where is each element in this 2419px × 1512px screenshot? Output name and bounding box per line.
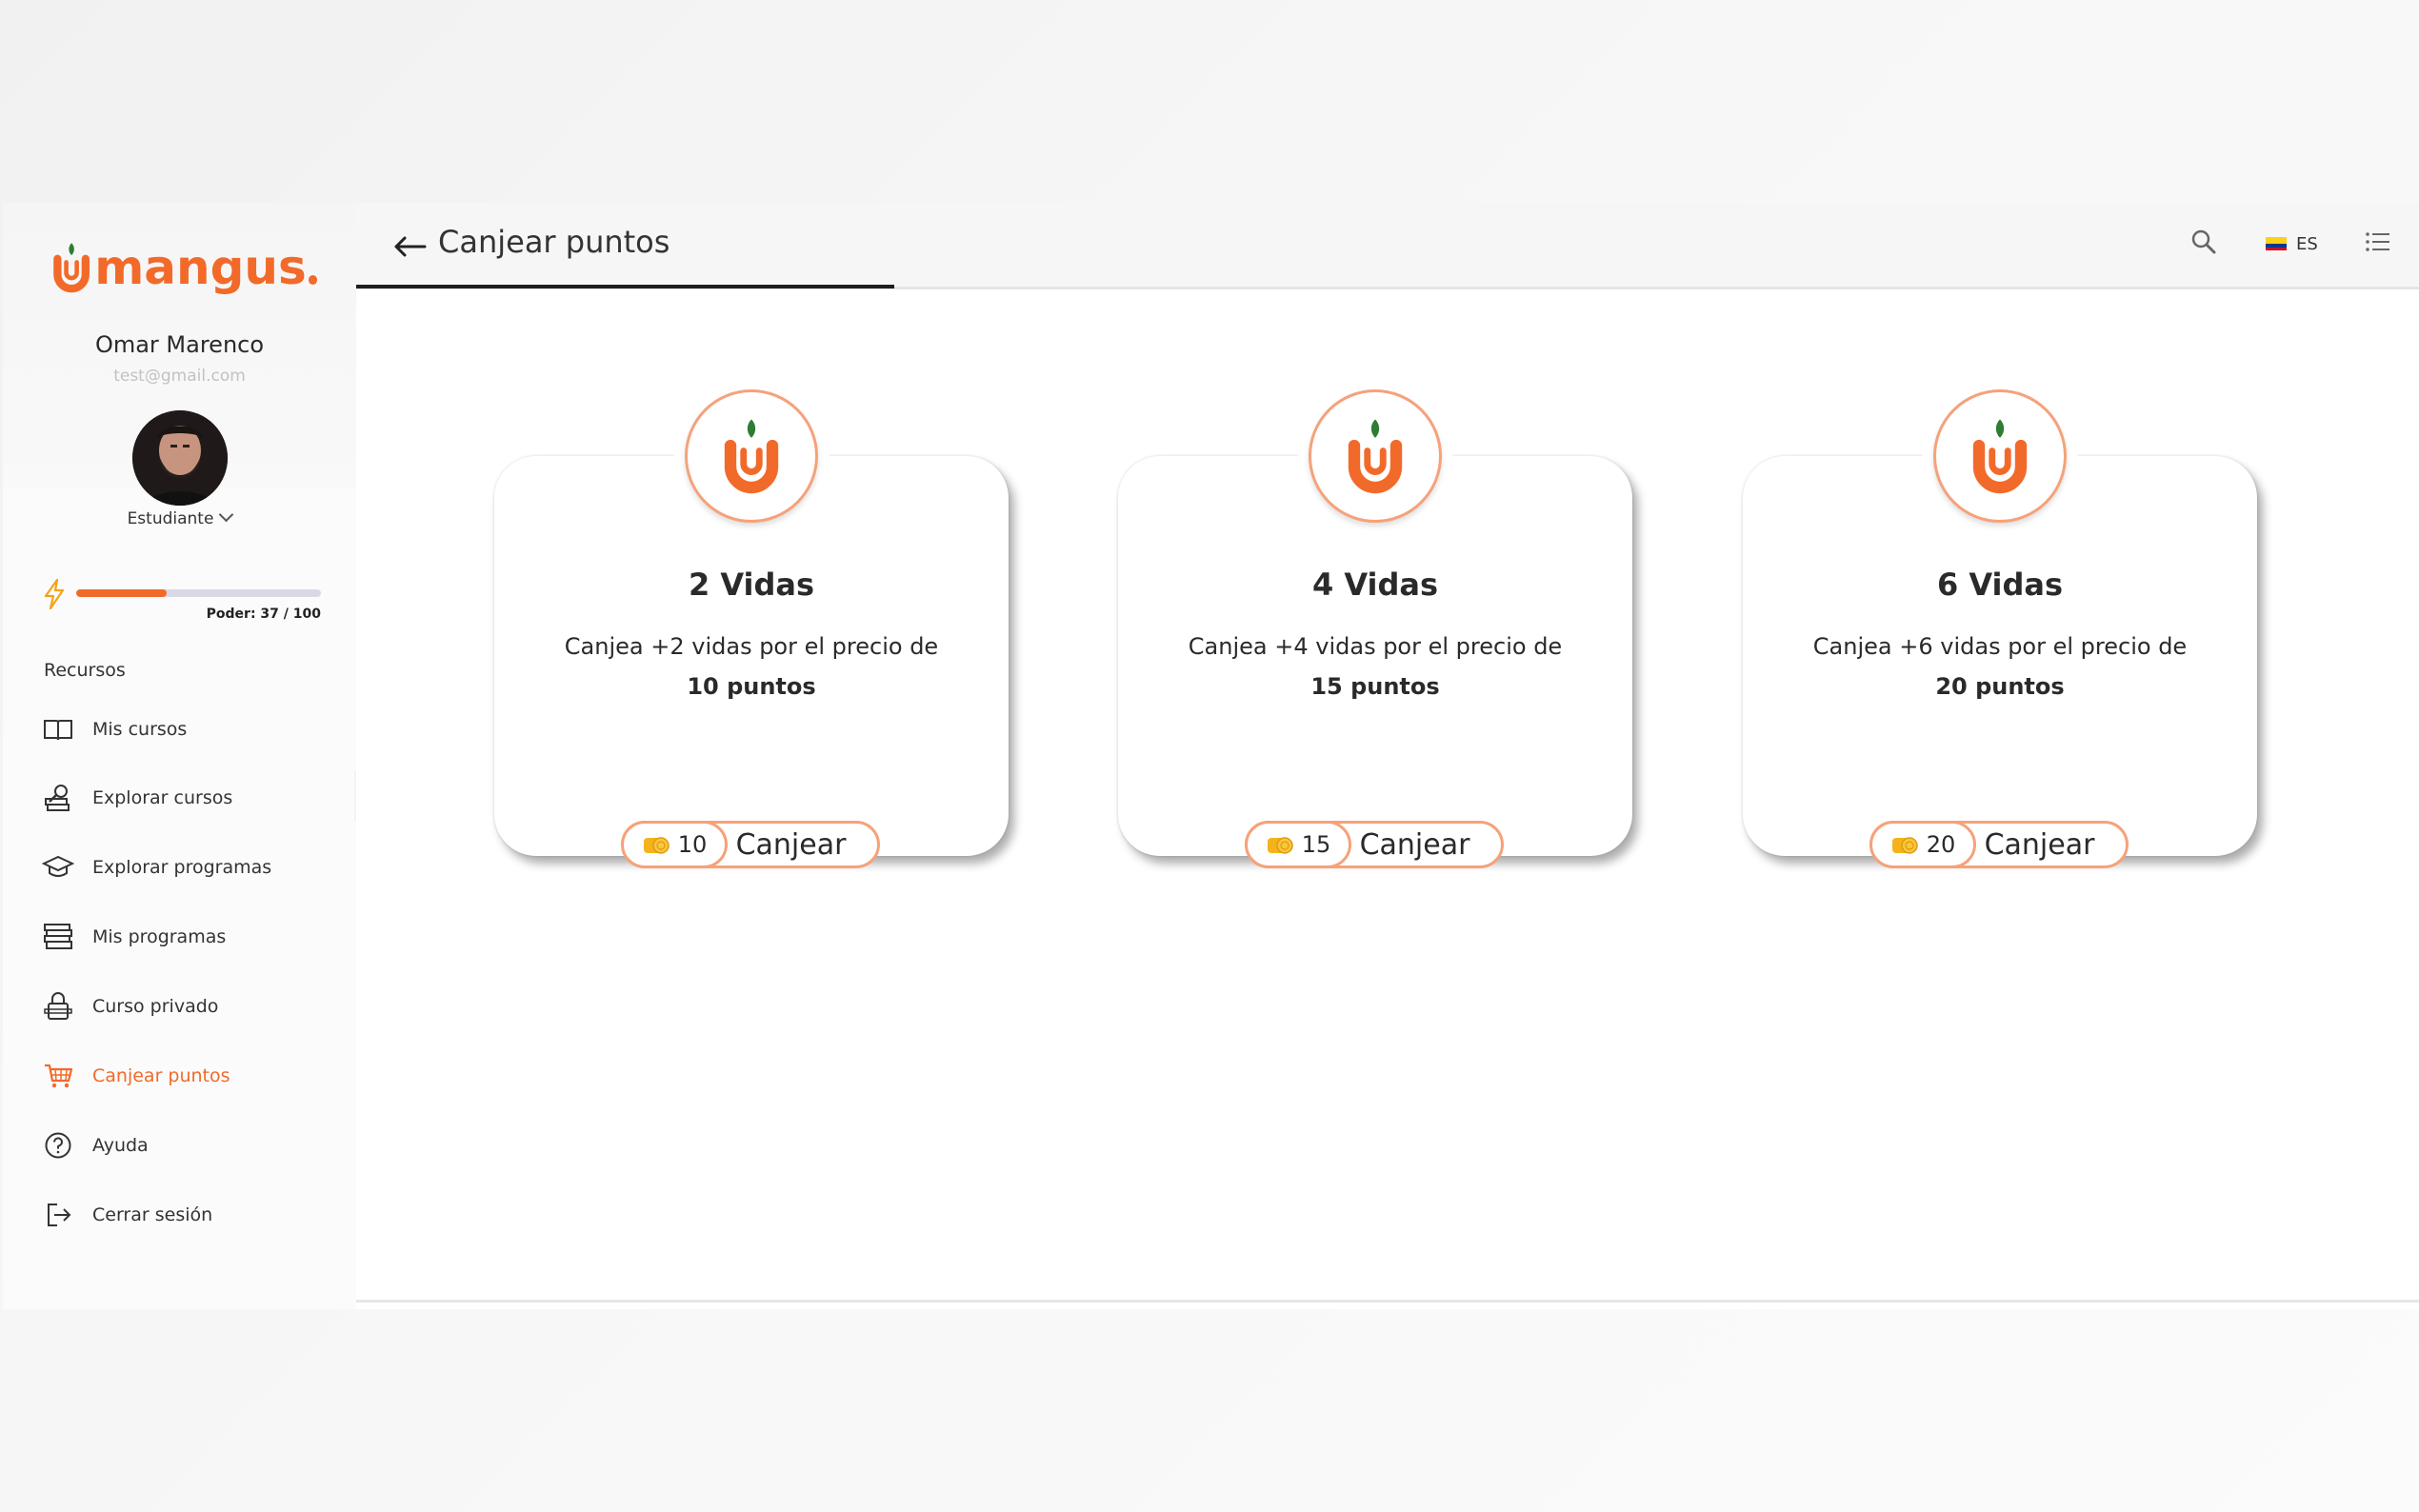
power-progress-fill: [76, 589, 168, 597]
card-description: Canjea +2 vidas por el precio de: [564, 633, 939, 660]
main-content: Canjear puntos ES 2 Vidas Canjea +2 vida…: [356, 203, 2419, 1309]
private-course-icon: [41, 989, 75, 1024]
mango-logo-icon: [724, 419, 779, 494]
language-code: ES: [2296, 233, 2318, 254]
cost-value: 10: [677, 831, 708, 858]
sidebar-item-mis-cursos[interactable]: Mis cursos: [3, 701, 356, 758]
card-points: 10 puntos: [687, 673, 816, 700]
sidebar-item-mis-programas[interactable]: Mis programas: [3, 908, 356, 965]
sidebar-item-cerrar-sesion[interactable]: Cerrar sesión: [3, 1186, 356, 1243]
sidebar-item-curso-privado[interactable]: Curso privado: [3, 978, 356, 1035]
mango-logo-icon: [1972, 419, 2028, 494]
active-tab-indicator: [356, 285, 894, 288]
reward-badge: [1309, 389, 1442, 523]
sidebar: mangus Omar Marenco test@gmail.com Estud…: [3, 203, 356, 1309]
redeem-button[interactable]: 15 Canjear: [1245, 821, 1504, 868]
role-label: Estudiante: [127, 509, 214, 528]
redeem-label: Canjear: [735, 827, 847, 862]
redeem-label: Canjear: [1984, 827, 2095, 862]
mango-logo-icon: [1348, 419, 1403, 494]
power-label: Poder: 37 / 100: [206, 607, 321, 622]
list-icon: [2366, 232, 2389, 251]
redeem-button[interactable]: 10 Canjear: [621, 821, 880, 868]
search-icon: [2191, 229, 2216, 254]
section-title-recursos: Recursos: [44, 660, 126, 681]
redeem-button[interactable]: 20 Canjear: [1869, 821, 2129, 868]
sidebar-item-explorar-programas[interactable]: Explorar programas: [3, 839, 356, 896]
top-header: Canjear puntos ES: [356, 203, 2419, 289]
cost-value: 15: [1301, 831, 1331, 858]
graduation-cap-icon: [41, 850, 75, 885]
sidebar-item-canjear-puntos[interactable]: Canjear puntos: [3, 1047, 356, 1104]
stacked-books-icon: [41, 920, 75, 954]
help-icon: [41, 1128, 75, 1163]
language-selector[interactable]: ES: [2266, 231, 2318, 256]
arrow-left-icon: [394, 236, 427, 257]
card-title: 6 Vidas: [1936, 567, 2064, 603]
card-title: 4 Vidas: [1311, 567, 1439, 603]
book-icon: [41, 712, 75, 746]
sidebar-item-explorar-cursos[interactable]: Explorar cursos: [3, 769, 356, 826]
logout-icon: [41, 1198, 75, 1232]
mango-logo-icon: [53, 242, 90, 292]
reward-badge: [1933, 389, 2067, 523]
cost-value: 20: [1926, 831, 1956, 858]
cost-pill: 20: [1869, 821, 1976, 868]
back-button[interactable]: [392, 228, 430, 266]
sidebar-item-ayuda[interactable]: Ayuda: [3, 1117, 356, 1174]
list-menu-button[interactable]: [2364, 228, 2392, 256]
cart-icon: [41, 1059, 75, 1093]
cost-pill: 10: [621, 821, 728, 868]
coins-icon: [1891, 837, 1918, 854]
chevron-down-icon: [219, 507, 234, 523]
avatar-image: [132, 410, 228, 506]
user-name: Omar Marenco: [94, 331, 265, 358]
card-description: Canjea +6 vidas por el precio de: [1812, 633, 2188, 660]
search-books-icon: [41, 781, 75, 815]
app-window: mangus Omar Marenco test@gmail.com Estud…: [3, 203, 2419, 1309]
card-points: 20 puntos: [1935, 673, 2065, 700]
power-progress-bar: [76, 589, 321, 597]
lightning-icon: [44, 578, 65, 610]
reward-card: 2 Vidas Canjea +2 vidas por el precio de…: [494, 389, 1009, 868]
avatar[interactable]: [132, 410, 228, 506]
coins-icon: [1267, 837, 1293, 854]
redeem-label: Canjear: [1359, 827, 1470, 862]
user-email: test@gmail.com: [113, 367, 246, 386]
brand-name: mangus: [94, 239, 307, 295]
cost-pill: 15: [1245, 821, 1351, 868]
reward-card: 4 Vidas Canjea +4 vidas por el precio de…: [1118, 389, 1632, 868]
reward-card: 6 Vidas Canjea +6 vidas por el precio de…: [1743, 389, 2257, 868]
card-description: Canjea +4 vidas por el precio de: [1188, 633, 1563, 660]
page-title: Canjear puntos: [438, 224, 670, 260]
card-title: 2 Vidas: [688, 567, 815, 603]
reward-badge: [685, 389, 818, 523]
brand-logo[interactable]: mangus: [50, 231, 317, 303]
card-points: 15 puntos: [1310, 673, 1440, 700]
role-selector[interactable]: Estudiante: [3, 507, 356, 528]
flag-icon: [2266, 237, 2287, 250]
coins-icon: [643, 837, 670, 854]
search-button[interactable]: [2189, 228, 2218, 256]
